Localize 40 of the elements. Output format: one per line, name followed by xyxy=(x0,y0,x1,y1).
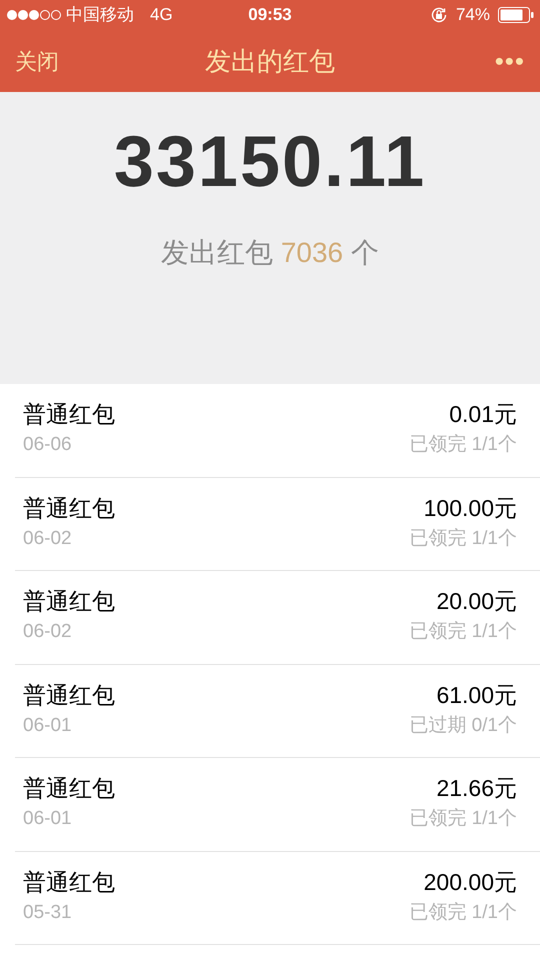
sent-count-text: 发出红包 7036 个 xyxy=(161,236,379,270)
record-row[interactable]: 普通红包 06-01 61.00元 已过期 0/1个 xyxy=(15,664,540,758)
record-status: 已领完 1/1个 xyxy=(409,807,517,831)
total-amount: 33150.11 xyxy=(114,126,426,198)
record-row[interactable]: 普通红包 06-02 100.00元 已领完 1/1个 xyxy=(15,478,540,571)
record-date: 06-01 xyxy=(23,807,73,831)
record-status: 已过期 0/1个 xyxy=(409,714,517,738)
record-date: 06-02 xyxy=(23,620,73,644)
record-date: 05-31 xyxy=(23,900,73,924)
record-status: 已领完 1/1个 xyxy=(409,433,517,457)
record-type: 普通红包 xyxy=(23,587,115,616)
network-type: 4G xyxy=(150,4,173,26)
record-amount: 100.00元 xyxy=(424,494,517,522)
record-amount: 20.00元 xyxy=(436,587,517,616)
record-row[interactable]: 普通红包 06-06 0.01元 已领完 1/1个 xyxy=(15,384,540,478)
page-title: 发出的红包 xyxy=(205,44,335,78)
record-status: 已领完 1/1个 xyxy=(409,526,517,550)
signal-icon xyxy=(6,9,62,21)
record-row[interactable]: 普通红包 06-02 20.00元 已领完 1/1个 xyxy=(15,571,540,664)
battery-icon xyxy=(498,7,534,23)
record-row[interactable]: 普通红包 05-31 200.00元 已领完 1/1个 xyxy=(15,852,540,945)
record-status: 已领完 1/1个 xyxy=(409,620,517,644)
record-amount: 61.00元 xyxy=(436,680,517,710)
carrier-name: 中国移动 xyxy=(66,4,134,26)
record-row[interactable]: 普通红包 06-01 21.66元 已领完 1/1个 xyxy=(15,758,540,852)
record-amount: 0.01元 xyxy=(449,400,517,429)
battery-percent: 74% xyxy=(456,4,490,26)
record-status: 已领完 1/1个 xyxy=(409,900,517,924)
record-amount: 21.66元 xyxy=(436,774,517,803)
clock-time: 09:53 xyxy=(248,4,292,26)
record-date: 06-06 xyxy=(23,433,73,457)
record-type: 普通红包 xyxy=(23,400,115,429)
record-type: 普通红包 xyxy=(23,868,115,896)
record-date: 06-02 xyxy=(23,526,73,550)
record-type: 普通红包 xyxy=(23,494,115,522)
record-amount: 200.00元 xyxy=(424,868,517,896)
rotation-lock-icon xyxy=(430,6,448,24)
record-date: 06-01 xyxy=(23,714,73,738)
record-type: 普通红包 xyxy=(23,774,115,803)
record-type: 普通红包 xyxy=(23,680,115,710)
